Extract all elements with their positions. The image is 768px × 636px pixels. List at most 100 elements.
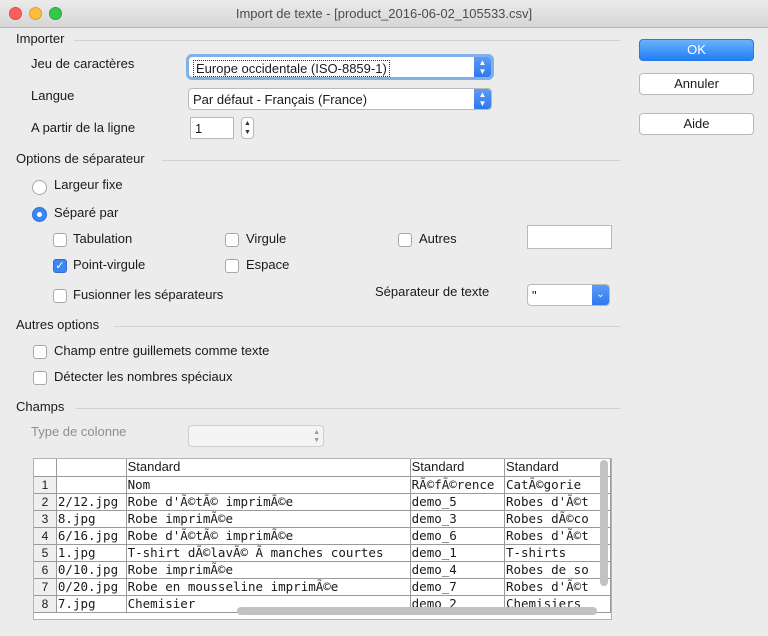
fromrow-input[interactable]: 1 [190,117,234,139]
space-checkbox[interactable] [225,259,239,273]
grid-corner-cell [34,459,57,477]
merge-checkbox[interactable] [53,289,67,303]
table-row: 1 Nom RÃ©fÃ©rence CatÃ©gorie [34,476,611,494]
quoted-as-text-label: Champ entre guillemets comme texte [54,343,270,358]
charset-value: Europe occidentale (ISO-8859-1) [193,60,390,77]
table-cell: 7.jpg [56,595,127,613]
table-cell: Robes d'Ã©t [504,527,611,545]
column-header[interactable]: Standard [504,459,611,477]
text-delimiter-label: Séparateur de texte [375,284,490,299]
semicolon-label: Point-virgule [73,257,146,272]
table-cell: Robe imprimÃ©e [126,510,411,528]
text-delimiter-value: " [532,288,537,303]
table-cell: 0/20.jpg [56,578,127,596]
chevron-updown-icon: ▲ ▼ [313,429,320,444]
tab-checkbox[interactable] [53,233,67,247]
other-checkbox[interactable] [398,233,412,247]
table-cell: CatÃ©gorie [504,476,611,494]
table-row: 3 8.jpg Robe imprimÃ©e demo_3 Robes dÃ©co [34,510,611,528]
row-number: 7 [34,578,57,596]
chevron-down-icon: ⌄ [592,285,609,305]
table-cell: T-shirt dÃ©lavÃ© Ã manches courtes [126,544,411,562]
table-cell: 8.jpg [56,510,127,528]
importer-section-title: Importer [16,31,65,46]
semicolon-checkbox[interactable]: ✓ [53,259,67,273]
other-label: Autres [419,231,457,246]
table-row: 5 1.jpg T-shirt dÃ©lavÃ© Ã manches courtes… [34,544,611,562]
table-cell: 0/10.jpg [56,561,127,579]
row-number: 3 [34,510,57,528]
merge-label: Fusionner les séparateurs [73,287,224,302]
table-row: 2 2/12.jpg Robe d'Ã©tÃ© imprimÃ©e demo_5 Rob… [34,493,611,511]
table-cell: demo_1 [410,544,505,562]
other-separator-input[interactable] [527,225,612,249]
fields-divider [76,408,620,409]
row-number: 6 [34,561,57,579]
preview-table: Standard Standard Standard 1 Nom RÃ©fÃ©rence C… [34,459,611,613]
separator-section-title: Options de séparateur [16,151,145,166]
ok-button[interactable]: OK [639,39,754,61]
grid-header-row: Standard Standard Standard [34,459,611,477]
separated-by-radio[interactable] [32,207,47,222]
fields-section-title: Champs [16,399,65,414]
space-label: Espace [246,257,290,272]
other-options-divider [114,326,620,327]
row-number: 4 [34,527,57,545]
table-cell: Robes de so [504,561,611,579]
detect-special-checkbox[interactable] [33,371,47,385]
charset-select[interactable]: Europe occidentale (ISO-8859-1) ▲ ▼ [186,54,494,80]
separator-divider [162,160,620,161]
table-cell: Nom [126,476,411,494]
table-cell: 1.jpg [56,544,127,562]
table-cell [56,476,127,494]
title-bar: Import de texte - [product_2016-06-02_10… [0,0,768,28]
language-select[interactable]: Par défaut - Français (France) ▲ ▼ [188,88,492,110]
help-button[interactable]: Aide [639,113,754,135]
table-cell: demo_4 [410,561,505,579]
other-options-section-title: Autres options [16,317,100,332]
importer-divider [74,40,620,41]
table-cell: Robes d'Ã©t [504,493,611,511]
table-row: 4 6/16.jpg Robe d'Ã©tÃ© imprimÃ©e demo_6 Rob… [34,527,611,545]
column-type-select[interactable]: ▲ ▼ [188,425,324,447]
table-cell: Robe imprimÃ©e [126,561,411,579]
table-cell: Robes d'Ã©t [504,578,611,596]
table-cell: 6/16.jpg [56,527,127,545]
table-cell: Robe d'Ã©tÃ© imprimÃ©e [126,493,411,511]
table-cell: T-shirts [504,544,611,562]
row-number: 2 [34,493,57,511]
table-cell: Robes dÃ©co [504,510,611,528]
table-cell: RÃ©fÃ©rence [410,476,505,494]
row-number: 1 [34,476,57,494]
window-title: Import de texte - [product_2016-06-02_10… [235,6,533,21]
fromrow-label: A partir de la ligne [31,120,136,135]
chevron-updown-icon: ▲ ▼ [474,89,491,109]
grid-horizontal-scrollbar[interactable] [237,607,597,615]
table-cell: demo_7 [410,578,505,596]
comma-label: Virgule [246,231,287,246]
table-cell: Robe d'Ã©tÃ© imprimÃ©e [126,527,411,545]
fixed-width-label: Largeur fixe [54,177,123,192]
cancel-button[interactable]: Annuler [639,73,754,95]
fields-preview-grid[interactable]: Standard Standard Standard 1 Nom RÃ©fÃ©rence C… [33,458,612,620]
column-type-label: Type de colonne [31,424,127,439]
column-header[interactable] [56,459,127,477]
comma-checkbox[interactable] [225,233,239,247]
detect-special-label: Détecter les nombres spéciaux [54,369,233,384]
column-header[interactable]: Standard [126,459,411,477]
fixed-width-radio[interactable] [32,180,47,195]
language-value: Par défaut - Français (France) [193,92,368,107]
row-number: 5 [34,544,57,562]
fromrow-stepper[interactable]: ▲ ▼ [241,117,254,139]
table-cell: demo_6 [410,527,505,545]
column-header[interactable]: Standard [410,459,505,477]
quoted-as-text-checkbox[interactable] [33,345,47,359]
table-row: 6 0/10.jpg Robe imprimÃ©e demo_4 Robes de so [34,561,611,579]
table-cell: demo_3 [410,510,505,528]
table-cell: Robe en mousseline imprimÃ©e [126,578,411,596]
grid-vertical-scrollbar[interactable] [600,460,608,586]
charset-label: Jeu de caractères [31,56,135,71]
table-cell: demo_5 [410,493,505,511]
table-row: 7 0/20.jpg Robe en mousseline imprimÃ©e dem… [34,578,611,596]
text-delimiter-select[interactable]: " ⌄ [527,284,610,306]
